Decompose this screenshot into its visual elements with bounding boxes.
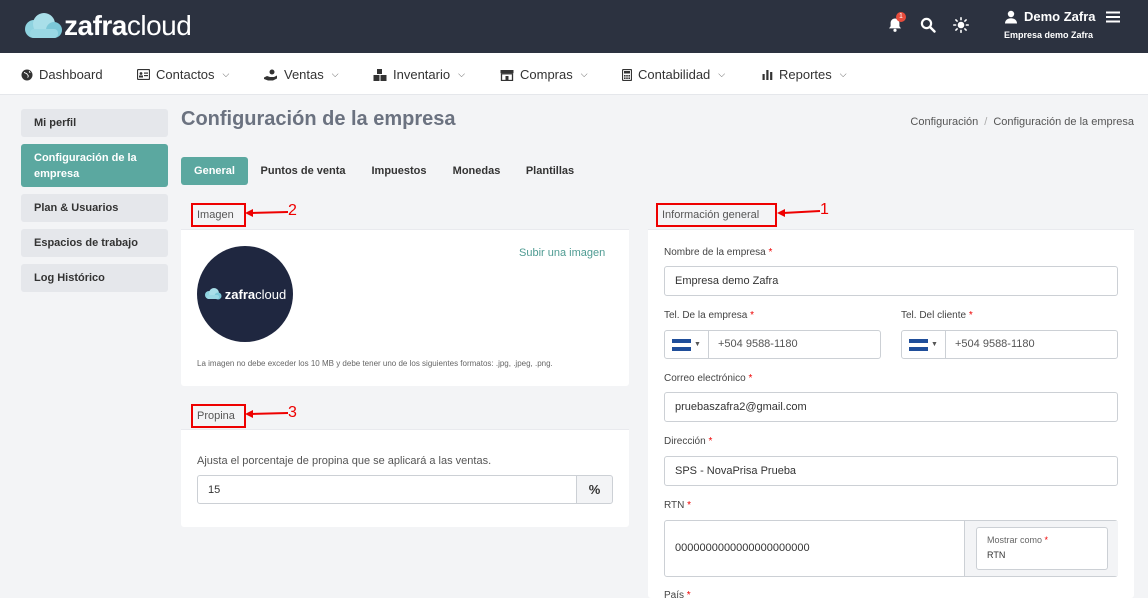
country-code-select[interactable]: ▼ bbox=[902, 331, 946, 358]
client-phone-label: Tel. Del cliente * bbox=[901, 310, 973, 321]
nav-item-contabilidad[interactable]: Contabilidad ⌵ bbox=[622, 67, 725, 82]
hamburger-icon bbox=[1106, 11, 1120, 23]
user-menu[interactable]: Demo Zafra Empresa demo Zafra bbox=[1004, 9, 1096, 40]
email-input[interactable]: pruebaszafra2@gmail.com bbox=[664, 392, 1118, 422]
tab-monedas[interactable]: Monedas bbox=[445, 157, 508, 185]
cloud-logo-icon bbox=[25, 13, 62, 38]
page-title: Configuración de la empresa bbox=[181, 108, 456, 130]
nav-item-dashboard[interactable]: Dashboard bbox=[21, 67, 103, 82]
cloud-logo-icon bbox=[204, 288, 222, 300]
country-label: País * bbox=[664, 590, 691, 598]
tab-general[interactable]: General bbox=[181, 157, 248, 185]
sidebar-item-espacios-trabajo[interactable]: Espacios de trabajo bbox=[21, 229, 168, 257]
breadcrumb-link-configuracion[interactable]: Configuración bbox=[910, 116, 978, 128]
chevron-down-icon: ⌵ bbox=[718, 69, 726, 79]
address-label: Dirección * bbox=[664, 436, 713, 447]
annotation-arrow-icon bbox=[245, 209, 289, 217]
sidebar-item-log-historico[interactable]: Log Histórico bbox=[21, 264, 168, 292]
general-info-card-header: Información general bbox=[648, 199, 1134, 230]
user-icon bbox=[1005, 10, 1017, 23]
sidebar-item-mi-perfil[interactable]: Mi perfil bbox=[21, 109, 168, 137]
chevron-down-icon: ⌵ bbox=[580, 69, 588, 79]
company-phone-label: Tel. De la empresa * bbox=[664, 310, 755, 321]
top-bar: zafracloud 1 Demo Zafra Empresa demo Zaf… bbox=[0, 0, 1148, 53]
rtn-input-group: 0000000000000000000000 Mostrar como * RT… bbox=[664, 520, 1118, 577]
general-info-title: Información general bbox=[656, 203, 777, 227]
globe-icon bbox=[21, 69, 33, 80]
chevron-down-icon: ⌵ bbox=[331, 69, 339, 79]
company-name-label: Nombre de la empresa * bbox=[664, 247, 773, 258]
contact-card-icon bbox=[137, 69, 150, 80]
country-code-select[interactable]: ▼ bbox=[665, 331, 709, 358]
tip-card-title: Propina bbox=[191, 404, 246, 428]
rtn-input[interactable]: 0000000000000000000000 bbox=[675, 542, 810, 554]
notifications-button[interactable]: 1 bbox=[884, 12, 906, 36]
annotation-arrow-icon bbox=[777, 209, 821, 217]
notification-badge: 1 bbox=[896, 12, 906, 22]
address-input[interactable]: SPS - NovaPrisa Prueba bbox=[664, 456, 1118, 486]
honduras-flag-icon bbox=[672, 338, 692, 351]
brand-logo[interactable]: zafracloud bbox=[22, 10, 192, 42]
sidebar-item-configuracion-empresa[interactable]: Configuración de la empresa bbox=[21, 144, 168, 187]
chevron-down-icon: ⌵ bbox=[839, 69, 847, 79]
hand-coin-icon bbox=[264, 69, 277, 80]
client-phone-input[interactable]: ▼ +504 9588-1180 bbox=[901, 330, 1118, 359]
nav-item-inventario[interactable]: Inventario ⌵ bbox=[373, 67, 465, 82]
tip-description: Ajusta el porcentaje de propina que se a… bbox=[197, 455, 492, 467]
display-as-select[interactable]: Mostrar como * RTN bbox=[976, 527, 1108, 570]
breadcrumb-separator: / bbox=[984, 116, 988, 128]
store-icon bbox=[500, 69, 514, 81]
hamburger-menu-button[interactable] bbox=[1106, 10, 1120, 29]
search-button[interactable] bbox=[917, 14, 939, 36]
user-name: Demo Zafra bbox=[1024, 9, 1096, 24]
honduras-flag-icon bbox=[909, 338, 929, 351]
tab-puntos-de-venta[interactable]: Puntos de venta bbox=[254, 157, 352, 185]
rtn-label: RTN * bbox=[664, 500, 692, 511]
nav-item-compras[interactable]: Compras ⌵ bbox=[500, 67, 588, 82]
tab-impuestos[interactable]: Impuestos bbox=[364, 157, 434, 185]
calculator-icon bbox=[622, 68, 632, 81]
company-name-input[interactable]: Empresa demo Zafra bbox=[664, 266, 1118, 296]
caret-down-icon: ▼ bbox=[931, 341, 938, 348]
upload-image-link[interactable]: Subir una imagen bbox=[519, 247, 605, 259]
breadcrumb: Configuración / Configuración de la empres… bbox=[910, 116, 1134, 128]
tab-plantillas[interactable]: Plantillas bbox=[519, 157, 581, 185]
sun-icon bbox=[953, 17, 969, 33]
annotation-number: 3 bbox=[288, 404, 297, 421]
email-label: Correo electrónico * bbox=[664, 373, 753, 384]
tip-percentage-input[interactable]: 15 bbox=[197, 475, 577, 504]
company-logo-image[interactable]: zafracloud bbox=[197, 246, 293, 342]
boxes-icon bbox=[373, 68, 387, 81]
bar-chart-icon bbox=[762, 70, 773, 80]
chevron-down-icon: ⌵ bbox=[458, 69, 465, 79]
nav-item-reportes[interactable]: Reportes ⌵ bbox=[762, 67, 847, 82]
theme-toggle-button[interactable] bbox=[950, 14, 972, 36]
company-phone-input[interactable]: ▼ +504 9588-1180 bbox=[664, 330, 881, 359]
annotation-number: 1 bbox=[820, 201, 829, 218]
annotation-arrow-icon bbox=[245, 410, 289, 418]
nav-item-ventas[interactable]: Ventas ⌵ bbox=[264, 67, 339, 82]
nav-item-contactos[interactable]: Contactos ⌵ bbox=[137, 67, 229, 82]
sidebar-item-plan-usuarios[interactable]: Plan & Usuarios bbox=[21, 194, 168, 222]
brand-name: zafracloud bbox=[64, 10, 192, 41]
image-card-title: Imagen bbox=[191, 203, 246, 227]
caret-down-icon: ▼ bbox=[694, 341, 701, 348]
logo-wordmark: zafracloud bbox=[224, 286, 287, 302]
main-nav: Dashboard Contactos ⌵ Ventas ⌵ Inventario ⌵… bbox=[0, 53, 1148, 95]
rtn-addon: Mostrar como * RTN bbox=[964, 521, 1118, 576]
company-name: Empresa demo Zafra bbox=[1004, 30, 1094, 40]
percent-suffix: % bbox=[576, 475, 613, 504]
breadcrumb-current: Configuración de la empresa bbox=[993, 116, 1134, 128]
search-icon bbox=[920, 17, 936, 33]
chevron-down-icon: ⌵ bbox=[222, 69, 230, 79]
image-requirements-note: La imagen no debe exceder los 10 MB y de… bbox=[197, 359, 553, 368]
annotation-number: 2 bbox=[288, 202, 297, 219]
